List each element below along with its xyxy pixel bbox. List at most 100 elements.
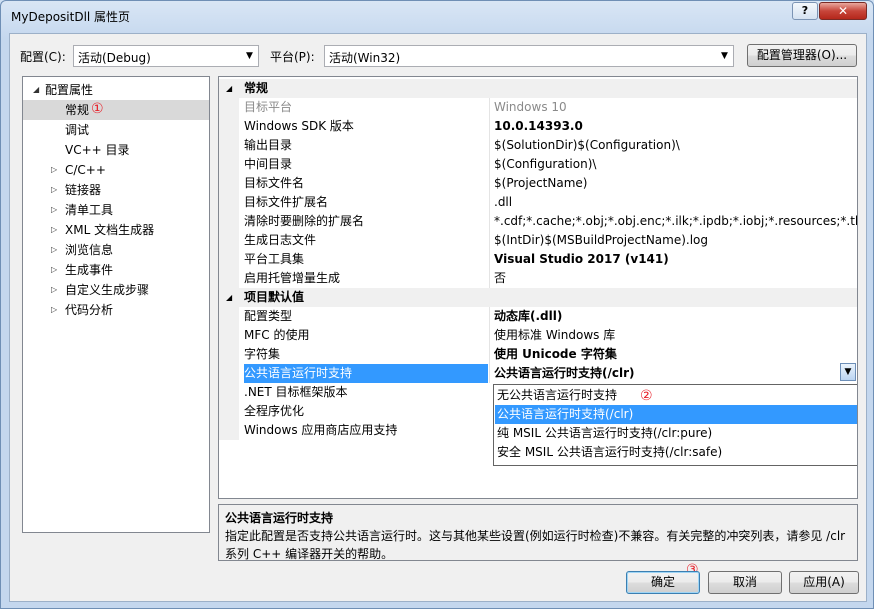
platform-value: 活动(Win32) [329, 51, 401, 65]
property-row[interactable]: 平台工具集 Visual Studio 2017 (v141) [219, 250, 857, 269]
property-name: 启用托管增量生成 [244, 271, 341, 285]
property-value-combo[interactable]: 公共语言运行时支持(/clr) [489, 364, 857, 383]
tree-item-label: 浏览信息 [65, 243, 114, 257]
close-button[interactable]: ✕ [819, 2, 867, 20]
tree-item-label: 代码分析 [65, 303, 114, 317]
property-row[interactable]: MFC 的使用 使用标准 Windows 库 [219, 326, 857, 345]
tree-item-label: 链接器 [65, 183, 102, 197]
tree-item-label: 配置属性 [45, 83, 94, 97]
tree-item-cpp[interactable]: ▷ C/C++ [23, 160, 209, 180]
config-value: 活动(Debug) [78, 51, 151, 65]
property-name: 全程序优化 [244, 404, 305, 418]
tree-item-manifest-tool[interactable]: ▷ 清单工具 [23, 200, 209, 220]
property-row[interactable]: 中间目录 $(Configuration)\ [219, 155, 857, 174]
property-row[interactable]: 启用托管增量生成 否 [219, 269, 857, 288]
property-row[interactable]: Windows SDK 版本 10.0.14393.0 [219, 117, 857, 136]
category-project-defaults[interactable]: ◢ 项目默认值 [219, 288, 857, 307]
property-value[interactable]: 动态库(.dll) [489, 307, 857, 326]
dropdown-option-highlighted[interactable]: 公共语言运行时支持(/clr) [495, 405, 857, 424]
platform-combo[interactable]: 活动(Win32) ▼ [324, 45, 734, 67]
property-value[interactable]: 10.0.14393.0 [489, 117, 857, 136]
collapsed-arrow-icon[interactable]: ▷ [51, 220, 57, 240]
expanded-arrow-icon[interactable]: ◢ [33, 80, 39, 100]
property-row[interactable]: 目标平台 Windows 10 [219, 98, 857, 117]
property-name: 输出目录 [244, 138, 293, 152]
property-row-selected[interactable]: 公共语言运行时支持 公共语言运行时支持(/clr) [219, 364, 857, 383]
help-button[interactable]: ? [792, 2, 818, 20]
description-text: 指定此配置是否支持公共语言运行时。这与其他某些设置(例如运行时检查)不兼容。有关… [225, 529, 846, 561]
property-value[interactable]: 否 [489, 269, 857, 288]
property-value[interactable]: $(ProjectName) [489, 174, 857, 193]
tree-item-linker[interactable]: ▷ 链接器 [23, 180, 209, 200]
property-value[interactable]: 使用标准 Windows 库 [489, 326, 857, 345]
tree-item-label: 清单工具 [65, 203, 114, 217]
property-row[interactable]: 目标文件扩展名 .dll [219, 193, 857, 212]
collapsed-arrow-icon[interactable]: ▷ [51, 200, 57, 220]
property-grid[interactable]: ◢ 常规 目标平台 Windows 10 Windows SDK 版本 10.0… [218, 76, 858, 499]
clr-support-dropdown[interactable]: 无公共语言运行时支持 公共语言运行时支持(/clr) 纯 MSIL 公共语言运行… [493, 384, 857, 466]
tree-item-browse-info[interactable]: ▷ 浏览信息 [23, 240, 209, 260]
collapsed-arrow-icon[interactable]: ▷ [51, 180, 57, 200]
property-row[interactable]: 配置类型 动态库(.dll) [219, 307, 857, 326]
property-value[interactable]: Visual Studio 2017 (v141) [489, 250, 857, 269]
tree-item-label: C/C++ [65, 163, 106, 177]
property-name: .NET 目标框架版本 [244, 385, 348, 399]
expanded-arrow-icon[interactable]: ◢ [226, 288, 232, 307]
cancel-button[interactable]: 取消 [708, 571, 782, 594]
properties-window: MyDepositDll 属性页 ? ✕ 配置(C): 活动(Debug) ▼ … [0, 0, 874, 609]
description-title: 公共语言运行时支持 [225, 511, 334, 525]
platform-label: 平台(P): [270, 50, 315, 64]
tree-item-label: 常规 [65, 103, 90, 117]
category-label: 常规 [244, 81, 269, 95]
property-tree[interactable]: ◢ 配置属性 常规 调试 VC++ 目录 ▷ C/C++ ▷ 链接器 ▷ 清单工… [22, 76, 210, 533]
tree-item-label: 生成事件 [65, 263, 114, 277]
tree-item-config-properties[interactable]: ◢ 配置属性 [23, 80, 209, 100]
tree-item-general[interactable]: 常规 [23, 100, 209, 120]
tree-item-code-analysis[interactable]: ▷ 代码分析 [23, 300, 209, 320]
title-bar[interactable]: MyDepositDll 属性页 ? ✕ [1, 1, 873, 33]
property-row[interactable]: 输出目录 $(SolutionDir)$(Configuration)\ [219, 136, 857, 155]
collapsed-arrow-icon[interactable]: ▷ [51, 280, 57, 300]
property-row[interactable]: 字符集 使用 Unicode 字符集 [219, 345, 857, 364]
property-value[interactable]: $(SolutionDir)$(Configuration)\ [489, 136, 857, 155]
annotation-marker-1: ① [91, 101, 104, 117]
collapsed-arrow-icon[interactable]: ▷ [51, 240, 57, 260]
property-value[interactable]: $(Configuration)\ [489, 155, 857, 174]
dropdown-arrow-icon[interactable]: ▼ [840, 363, 856, 381]
property-value[interactable]: $(IntDir)$(MSBuildProjectName).log [489, 231, 857, 250]
collapsed-arrow-icon[interactable]: ▷ [51, 260, 57, 280]
dialog-client: 配置(C): 活动(Debug) ▼ 平台(P): 活动(Win32) ▼ 配置… [9, 33, 867, 602]
dropdown-option[interactable]: 安全 MSIL 公共语言运行时支持(/clr:safe) [495, 443, 857, 462]
tree-item-label: XML 文档生成器 [65, 223, 155, 237]
config-combo[interactable]: 活动(Debug) ▼ [73, 45, 259, 67]
ok-button[interactable]: 确定 [626, 571, 700, 594]
category-label: 项目默认值 [244, 290, 305, 304]
tree-item-label: VC++ 目录 [65, 143, 130, 157]
property-row[interactable]: 生成日志文件 $(IntDir)$(MSBuildProjectName).lo… [219, 231, 857, 250]
property-value[interactable]: *.cdf;*.cache;*.obj;*.obj.enc;*.ilk;*.ip… [489, 212, 857, 231]
property-name: 目标文件扩展名 [244, 195, 329, 209]
tree-item-build-events[interactable]: ▷ 生成事件 [23, 260, 209, 280]
dropdown-option[interactable]: 纯 MSIL 公共语言运行时支持(/clr:pure) [495, 424, 857, 443]
tree-item-debugging[interactable]: 调试 [23, 120, 209, 140]
property-value[interactable]: .dll [489, 193, 857, 212]
property-name: 清除时要删除的扩展名 [244, 214, 365, 228]
description-panel: 公共语言运行时支持 指定此配置是否支持公共语言运行时。这与其他某些设置(例如运行… [218, 504, 858, 561]
tree-item-custom-build[interactable]: ▷ 自定义生成步骤 [23, 280, 209, 300]
category-general[interactable]: ◢ 常规 [219, 79, 857, 98]
annotation-marker-2: ② [640, 388, 653, 404]
property-value[interactable]: 使用 Unicode 字符集 [489, 345, 857, 364]
property-row[interactable]: 目标文件名 $(ProjectName) [219, 174, 857, 193]
property-name: 中间目录 [244, 157, 293, 171]
expanded-arrow-icon[interactable]: ◢ [226, 79, 232, 98]
chevron-down-icon: ▼ [721, 51, 728, 61]
collapsed-arrow-icon[interactable]: ▷ [51, 300, 57, 320]
tree-item-vc-directories[interactable]: VC++ 目录 [23, 140, 209, 160]
apply-button[interactable]: 应用(A) [789, 571, 859, 594]
property-row[interactable]: 清除时要删除的扩展名 *.cdf;*.cache;*.obj;*.obj.enc… [219, 212, 857, 231]
property-value[interactable]: Windows 10 [489, 98, 857, 117]
dropdown-option[interactable]: 无公共语言运行时支持 [495, 386, 857, 405]
config-manager-button[interactable]: 配置管理器(O)... [747, 44, 857, 67]
tree-item-xml-doc[interactable]: ▷ XML 文档生成器 [23, 220, 209, 240]
collapsed-arrow-icon[interactable]: ▷ [51, 160, 57, 180]
